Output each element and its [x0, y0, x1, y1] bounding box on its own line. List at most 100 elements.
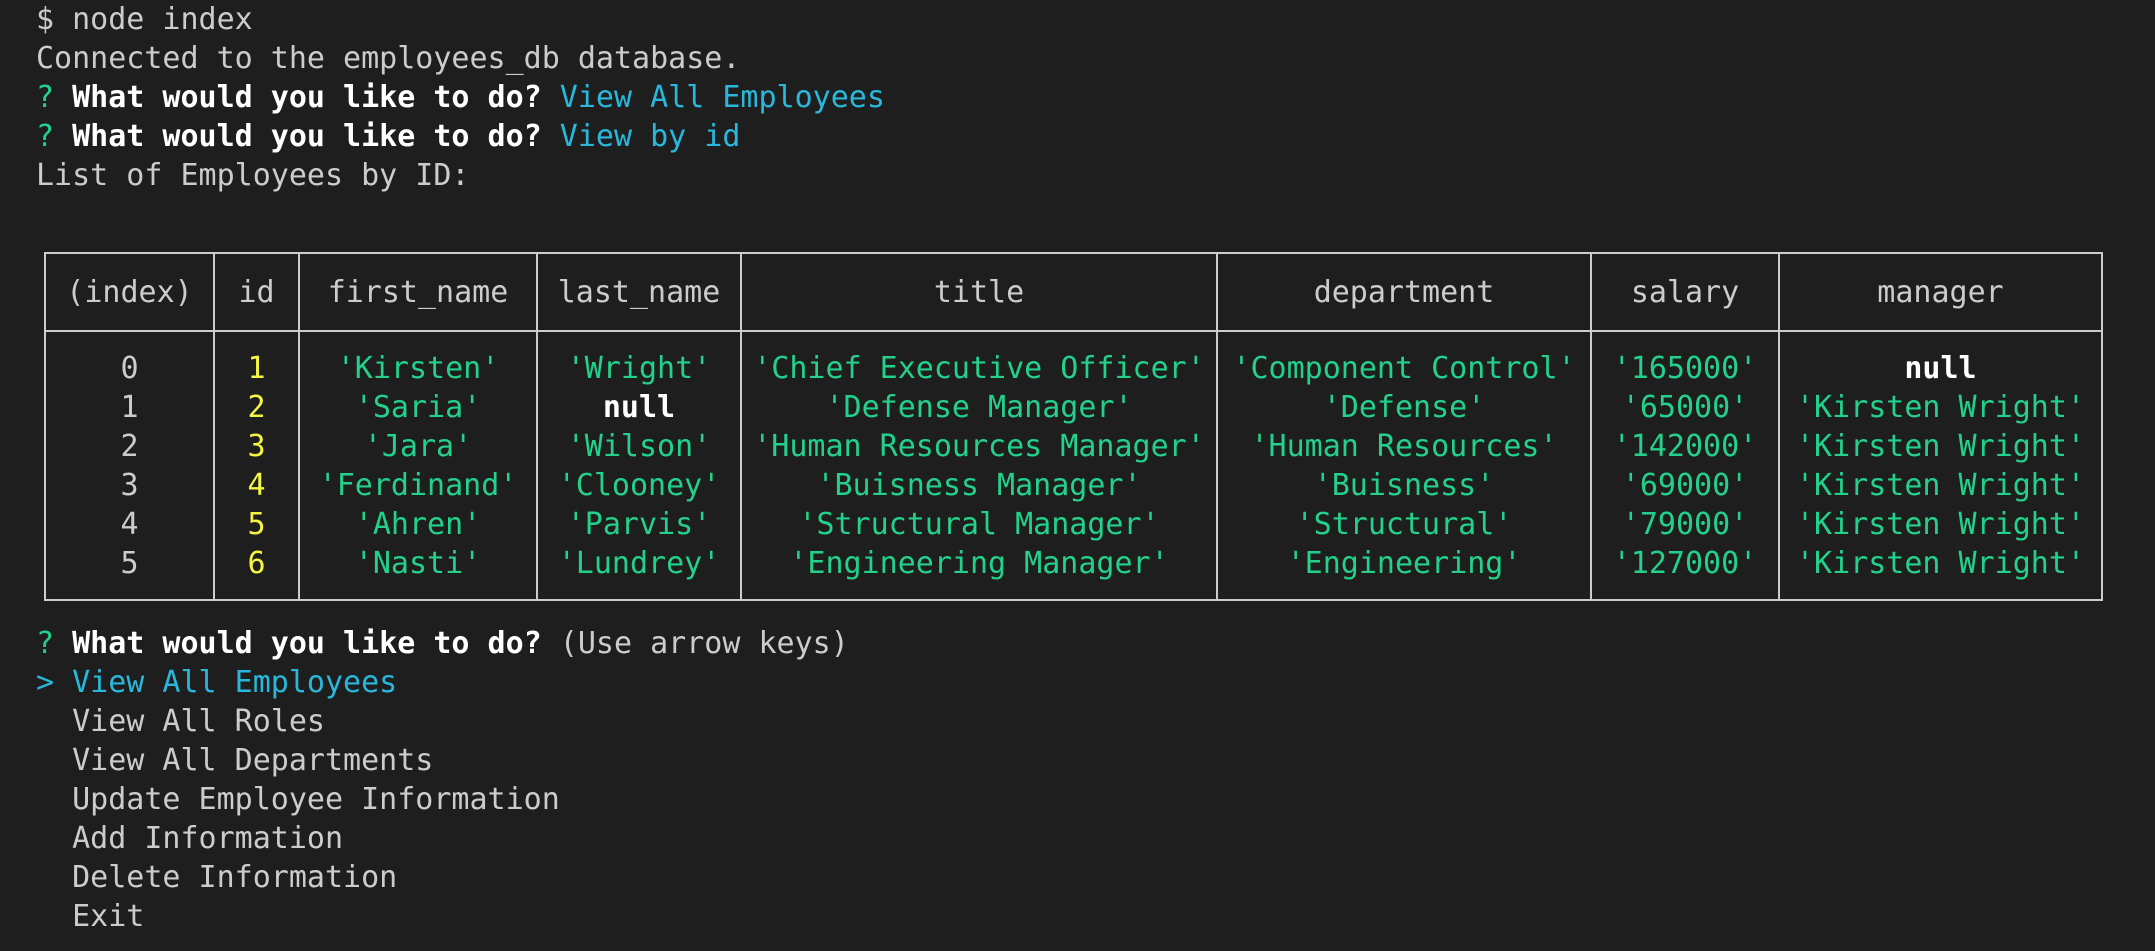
table-cell-last-name: 'Lundrey': [536, 544, 742, 601]
table-cell-first-name: 'Jara': [298, 427, 538, 466]
table-cell-index: 4: [44, 505, 215, 544]
menu-option-label: Delete Information: [72, 860, 398, 895]
option-indent: [36, 899, 54, 934]
question-mark-icon: ?: [36, 80, 55, 115]
table-cell-index: 0: [44, 331, 215, 388]
table-cell-manager: 'Kirsten Wright': [1778, 427, 2103, 466]
column-header: first_name: [298, 252, 538, 332]
selection-pointer-icon: >: [36, 665, 55, 700]
option-indent: [36, 860, 54, 895]
table-row: 4 5 'Ahren' 'Parvis' 'Structural Manager' 'St…: [44, 505, 2103, 544]
table-cell-salary: '165000': [1590, 331, 1780, 388]
menu-option-label: Add Information: [72, 821, 344, 856]
column-header: id: [213, 252, 300, 332]
menu-option-label: View All Roles: [72, 704, 325, 739]
menu-option-label: View All Employees: [72, 665, 398, 700]
table-cell-first-name: 'Kirsten': [298, 331, 538, 388]
table-cell-index: 5: [44, 544, 215, 601]
table-cell-title: 'Buisness Manager': [740, 466, 1218, 505]
table-cell-salary: '65000': [1590, 388, 1780, 427]
prompt-question: What would you like to do?: [72, 119, 542, 154]
table-cell-id: 6: [213, 544, 300, 601]
table-cell-index: 2: [44, 427, 215, 466]
table-cell-manager: 'Kirsten Wright': [1778, 505, 2103, 544]
table-cell-manager: 'Kirsten Wright': [1778, 388, 2103, 427]
table-cell-department: 'Structural': [1216, 505, 1592, 544]
menu-option[interactable]: Exit: [36, 897, 849, 936]
prompt-line-1: ? What would you like to do? View All Em…: [36, 78, 2136, 117]
table-cell-id: 1: [213, 331, 300, 388]
menu-option-label: Update Employee Information: [72, 782, 560, 817]
prompt-question: What would you like to do?: [72, 80, 542, 115]
connected-message: Connected to the employees_db database.: [36, 41, 741, 76]
menu-option-label: View All Departments: [72, 743, 434, 778]
table-cell-salary: '127000': [1590, 544, 1780, 601]
table-cell-first-name: 'Ahren': [298, 505, 538, 544]
table-cell-id: 5: [213, 505, 300, 544]
prompt-line-3: ? What would you like to do? (Use arrow …: [36, 624, 849, 663]
table-cell-last-name: 'Wilson': [536, 427, 742, 466]
table-cell-id: 4: [213, 466, 300, 505]
column-header: department: [1216, 252, 1592, 332]
table-cell-department: 'Component Control': [1216, 331, 1592, 388]
table-row: 3 4 'Ferdinand' 'Clooney' 'Buisness Manager'…: [44, 466, 2103, 505]
menu-option[interactable]: View All Departments: [36, 741, 849, 780]
option-indent: [36, 704, 54, 739]
prompt-question: What would you like to do?: [72, 626, 542, 661]
prompt-answer: View by id: [559, 119, 741, 154]
prompt-hint: (Use arrow keys): [559, 626, 849, 661]
table-cell-last-name: 'Wright': [536, 331, 742, 388]
column-header: manager: [1778, 252, 2103, 332]
menu-option-label: Exit: [72, 899, 145, 934]
table-row: 0 1 'Kirsten' 'Wright' 'Chief Executive Offi…: [44, 331, 2103, 388]
table-cell-last-name: null: [536, 388, 742, 427]
table-cell-title: 'Engineering Manager': [740, 544, 1218, 601]
menu-option[interactable]: Update Employee Information: [36, 780, 849, 819]
menu-option[interactable]: Add Information: [36, 819, 849, 858]
table-cell-title: 'Human Resources Manager': [740, 427, 1218, 466]
table-cell-salary: '79000': [1590, 505, 1780, 544]
table-cell-manager: 'Kirsten Wright': [1778, 466, 2103, 505]
table-cell-title: 'Structural Manager': [740, 505, 1218, 544]
option-indent: [36, 743, 54, 778]
column-header: salary: [1590, 252, 1780, 332]
prompt-answer: View All Employees: [559, 80, 885, 115]
table-cell-index: 1: [44, 388, 215, 427]
column-header: (index): [44, 252, 215, 332]
table-cell-department: 'Engineering': [1216, 544, 1592, 601]
column-header: title: [740, 252, 1218, 332]
employees-table: (index) id first_name last_name title de…: [44, 252, 2103, 601]
option-indent: [36, 821, 54, 856]
prompt-line-2: ? What would you like to do? View by id: [36, 117, 2136, 156]
command-line: $ node index: [36, 2, 253, 37]
terminal-output: $ node index Connected to the employees_…: [36, 0, 2136, 195]
table-row: 2 3 'Jara' 'Wilson' 'Human Resources Manager…: [44, 427, 2103, 466]
question-mark-icon: ?: [36, 626, 55, 661]
table-cell-last-name: 'Parvis': [536, 505, 742, 544]
table-cell-department: 'Buisness': [1216, 466, 1592, 505]
table-cell-id: 3: [213, 427, 300, 466]
question-mark-icon: ?: [36, 119, 55, 154]
prompt-menu: ? What would you like to do? (Use arrow …: [36, 624, 849, 936]
table-cell-department: 'Human Resources': [1216, 427, 1592, 466]
table-cell-first-name: 'Saria': [298, 388, 538, 427]
table-cell-title: 'Chief Executive Officer': [740, 331, 1218, 388]
table-cell-first-name: 'Nasti': [298, 544, 538, 601]
table-cell-salary: '142000': [1590, 427, 1780, 466]
table-cell-index: 3: [44, 466, 215, 505]
table-cell-id: 2: [213, 388, 300, 427]
menu-option[interactable]: Delete Information: [36, 858, 849, 897]
table-cell-manager: 'Kirsten Wright': [1778, 544, 2103, 601]
menu-option[interactable]: View All Roles: [36, 702, 849, 741]
column-header: last_name: [536, 252, 742, 332]
table-header-row: (index) id first_name last_name title de…: [44, 252, 2103, 332]
table-cell-department: 'Defense': [1216, 388, 1592, 427]
table-row: 5 6 'Nasti' 'Lundrey' 'Engineering Manager' '…: [44, 544, 2103, 601]
table-row: 1 2 'Saria' null 'Defense Manager' 'Defense' '…: [44, 388, 2103, 427]
table-cell-manager: null: [1778, 331, 2103, 388]
table-cell-last-name: 'Clooney': [536, 466, 742, 505]
option-indent: [36, 782, 54, 817]
table-cell-first-name: 'Ferdinand': [298, 466, 538, 505]
menu-option[interactable]: > View All Employees: [36, 663, 849, 702]
table-cell-salary: '69000': [1590, 466, 1780, 505]
